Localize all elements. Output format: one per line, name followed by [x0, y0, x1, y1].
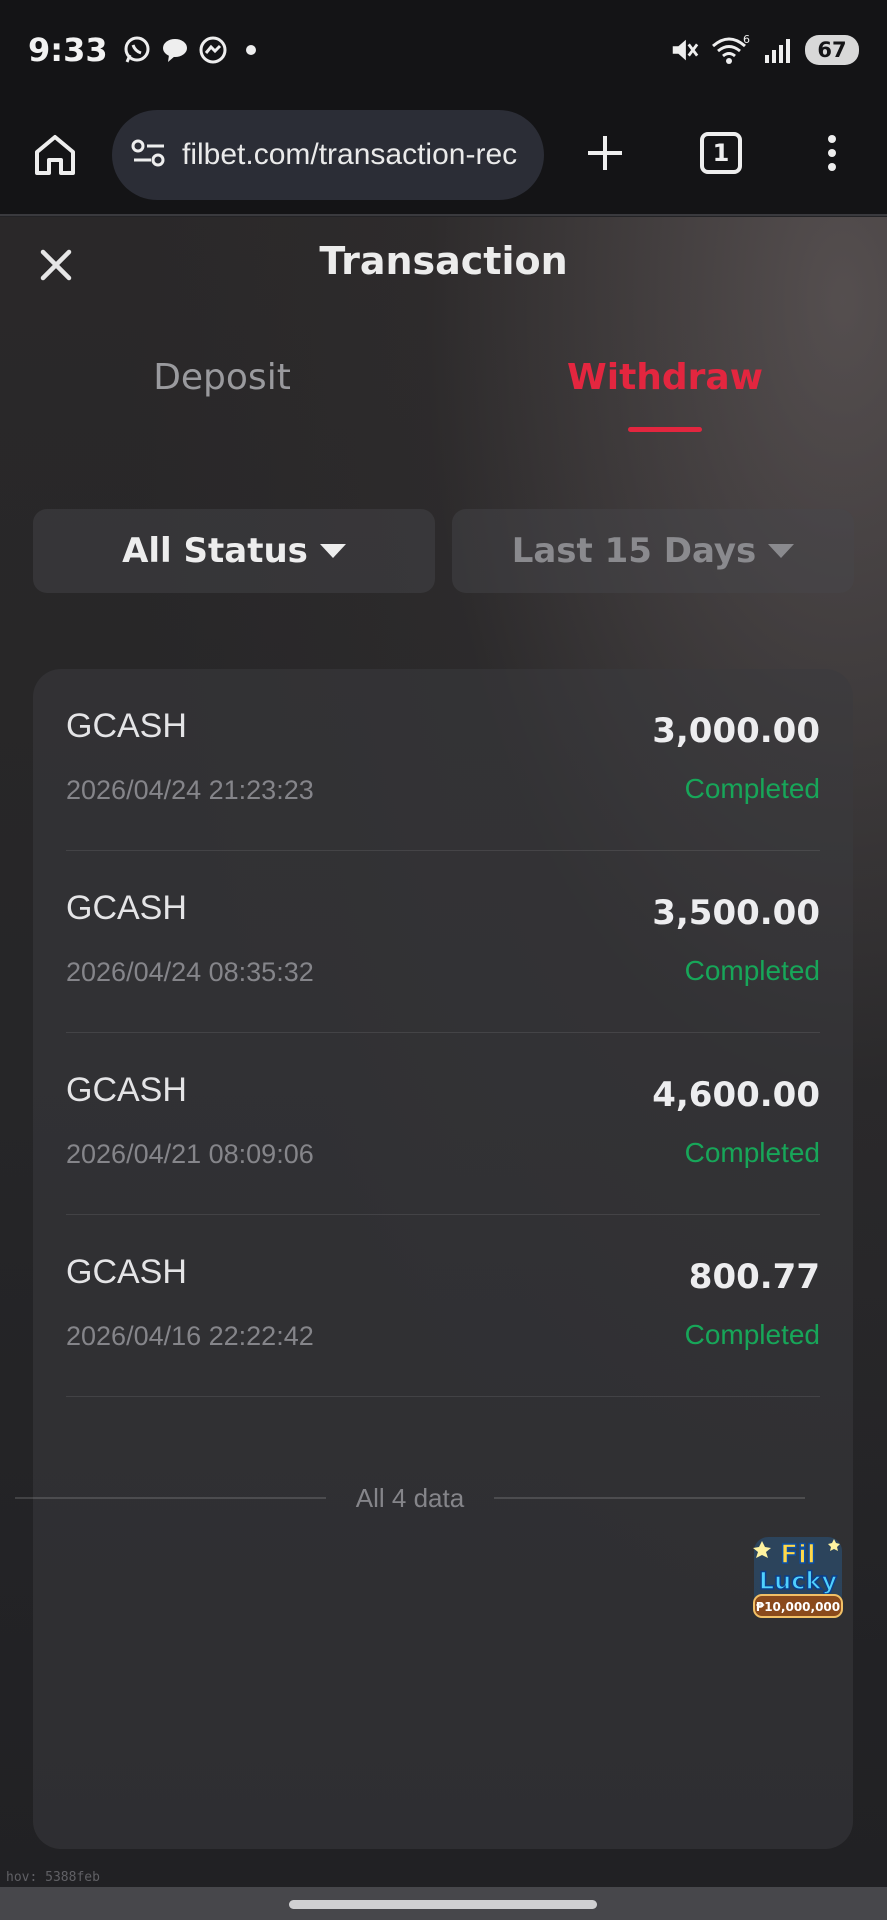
- status-bar: 9:33 6 67: [0, 0, 887, 100]
- more-menu-icon[interactable]: [820, 128, 844, 178]
- transaction-date: 2026/04/24 08:35:32: [66, 957, 314, 987]
- list-summary: All 4 data: [15, 1478, 805, 1518]
- summary-text: All 4 data: [355, 1482, 465, 1513]
- tab-deposit[interactable]: Deposit: [72, 357, 372, 398]
- home-gesture-handle[interactable]: [289, 1900, 597, 1909]
- whatsapp-icon: [122, 35, 152, 65]
- transaction-date: 2026/04/21 08:09:06: [66, 1139, 314, 1169]
- transaction-row[interactable]: GCASH 2026/04/24 21:23:23 3,000.00 Compl…: [66, 669, 820, 851]
- transaction-amount: 800.77: [688, 1257, 820, 1297]
- caret-down-icon: [768, 544, 795, 558]
- system-icons: 6 67: [669, 34, 859, 65]
- transaction-row[interactable]: GCASH 2026/04/21 08:09:06 4,600.00 Compl…: [66, 1033, 820, 1215]
- build-hash: hov: 5388feb: [6, 1870, 100, 1885]
- promo-prize: ₱10,000,000: [756, 1600, 840, 1614]
- transaction-amount: 3,000.00: [652, 711, 820, 751]
- mute-icon: [669, 35, 699, 65]
- wifi-icon: 6: [711, 34, 751, 65]
- system-navigation-bar: [0, 1887, 887, 1920]
- transaction-amount: 4,600.00: [652, 1075, 820, 1115]
- fil-lucky-promo-badge[interactable]: Fil Lucky ₱10,000,000: [748, 1529, 848, 1629]
- transaction-status: Completed: [684, 955, 820, 986]
- status-filter-dropdown[interactable]: All Status: [33, 509, 435, 593]
- transaction-row[interactable]: GCASH 2026/04/24 08:35:32 3,500.00 Compl…: [66, 851, 820, 1033]
- transaction-status: Completed: [684, 773, 820, 804]
- messenger-icon: [198, 35, 228, 65]
- battery-indicator: 67: [805, 35, 859, 65]
- status-filter-label: All Status: [122, 531, 308, 571]
- tab-withdraw[interactable]: Withdraw: [515, 357, 815, 398]
- browser-toolbar: filbet.com/transaction-rec 1: [0, 100, 887, 216]
- url-text[interactable]: filbet.com/transaction-rec: [182, 138, 527, 172]
- date-filter-label: Last 15 Days: [511, 531, 757, 571]
- address-bar[interactable]: filbet.com/transaction-rec: [112, 110, 544, 200]
- transaction-date: 2026/04/16 22:22:42: [66, 1321, 314, 1351]
- promo-line1: Fil: [780, 1540, 816, 1570]
- home-icon[interactable]: [30, 130, 80, 180]
- dot-icon: [236, 35, 266, 65]
- tab-switcher-button[interactable]: 1: [700, 132, 742, 174]
- transaction-method: GCASH: [66, 1071, 187, 1109]
- divider-right: [494, 1497, 805, 1499]
- divider-left: [15, 1497, 326, 1499]
- transaction-row[interactable]: GCASH 2026/04/16 22:22:42 800.77 Complet…: [66, 1215, 820, 1397]
- promo-line2: Lucky: [759, 1567, 838, 1595]
- chat-icon: [160, 35, 190, 65]
- signal-icon: [763, 35, 793, 65]
- transaction-amount: 3,500.00: [652, 893, 820, 933]
- status-time: 9:33: [28, 31, 108, 69]
- transaction-method: GCASH: [66, 1253, 187, 1291]
- transaction-list: GCASH 2026/04/24 21:23:23 3,000.00 Compl…: [33, 669, 853, 1849]
- site-settings-icon[interactable]: [130, 136, 168, 174]
- page-title: Transaction: [319, 239, 568, 283]
- transaction-page: Transaction Deposit Withdraw All Status …: [0, 217, 887, 1887]
- notification-icons: [122, 35, 266, 65]
- transaction-method: GCASH: [66, 707, 187, 745]
- active-tab-indicator: [628, 427, 702, 432]
- new-tab-icon[interactable]: [580, 128, 630, 178]
- caret-down-icon: [319, 544, 346, 558]
- transaction-method: GCASH: [66, 889, 187, 927]
- wifi-label: 6: [743, 34, 750, 46]
- date-filter-dropdown[interactable]: Last 15 Days: [452, 509, 854, 593]
- transaction-status: Completed: [684, 1319, 820, 1350]
- transaction-date: 2026/04/24 21:23:23: [66, 775, 314, 805]
- transaction-status: Completed: [684, 1137, 820, 1168]
